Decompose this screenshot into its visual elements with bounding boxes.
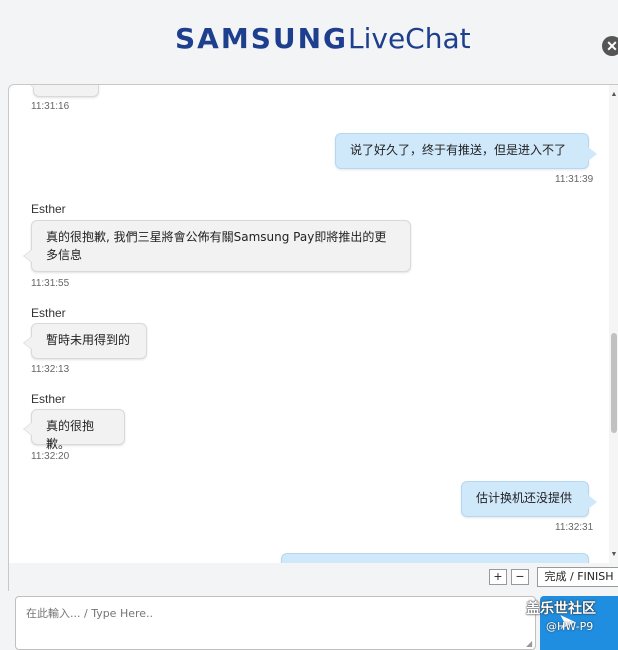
scroll-up-icon[interactable]: ▲	[610, 91, 618, 99]
community-watermark: 盖乐世社区	[526, 601, 596, 617]
livechat-title: LiveChat	[348, 22, 471, 55]
zoom-out-button[interactable]: −	[511, 569, 529, 585]
message-timestamp: 11:31:39	[555, 174, 594, 185]
message-input[interactable]	[15, 596, 536, 650]
chat-transcript[interactable]: 11:31:16 说了好久了，终于有推送，但是进入不了 11:31:39 Est…	[8, 84, 618, 564]
message-bubble-agent: 暫時未用得到的	[23, 323, 147, 359]
samsung-logo: SAMSUNG	[175, 22, 349, 55]
chat-scrollbar[interactable]: ▲ ▼	[609, 85, 618, 563]
message-timestamp: 11:32:31	[555, 522, 594, 533]
message-sender: Esther	[31, 306, 66, 320]
watermark-username: @HW-P9	[546, 620, 594, 633]
message-bubble-user: 说了好久了，终于有推送，但是进入不了	[335, 133, 597, 169]
message-bubble-agent: 真的很抱歉。	[23, 409, 125, 451]
scroll-thumb[interactable]	[611, 333, 617, 433]
message-bubble-agent-partial	[25, 85, 99, 97]
message-bubble-user: 估计换机还没提供	[461, 481, 597, 517]
message-sender: Esther	[31, 202, 66, 216]
chat-toolbar: + − 完成 / FINISH	[8, 563, 618, 591]
message-timestamp: 11:32:20	[31, 451, 70, 462]
message-sender: Esther	[31, 392, 66, 406]
message-timestamp: 11:31:55	[31, 278, 70, 289]
message-timestamp: 11:31:16	[31, 101, 70, 112]
close-icon[interactable]: ✕	[602, 36, 618, 56]
zoom-in-button[interactable]: +	[489, 569, 507, 585]
chat-header: SAMSUNG LiveChat ✕	[0, 0, 618, 84]
finish-button[interactable]: 完成 / FINISH	[537, 567, 618, 587]
message-timestamp: 11:32:13	[31, 364, 70, 375]
scroll-down-icon[interactable]: ▼	[610, 551, 618, 559]
message-bubble-agent: 真的很抱歉, 我們三星將會公佈有關Samsung Pay即將推出的更多信息	[23, 220, 411, 272]
resize-grip-icon[interactable]: ◢	[526, 640, 534, 648]
